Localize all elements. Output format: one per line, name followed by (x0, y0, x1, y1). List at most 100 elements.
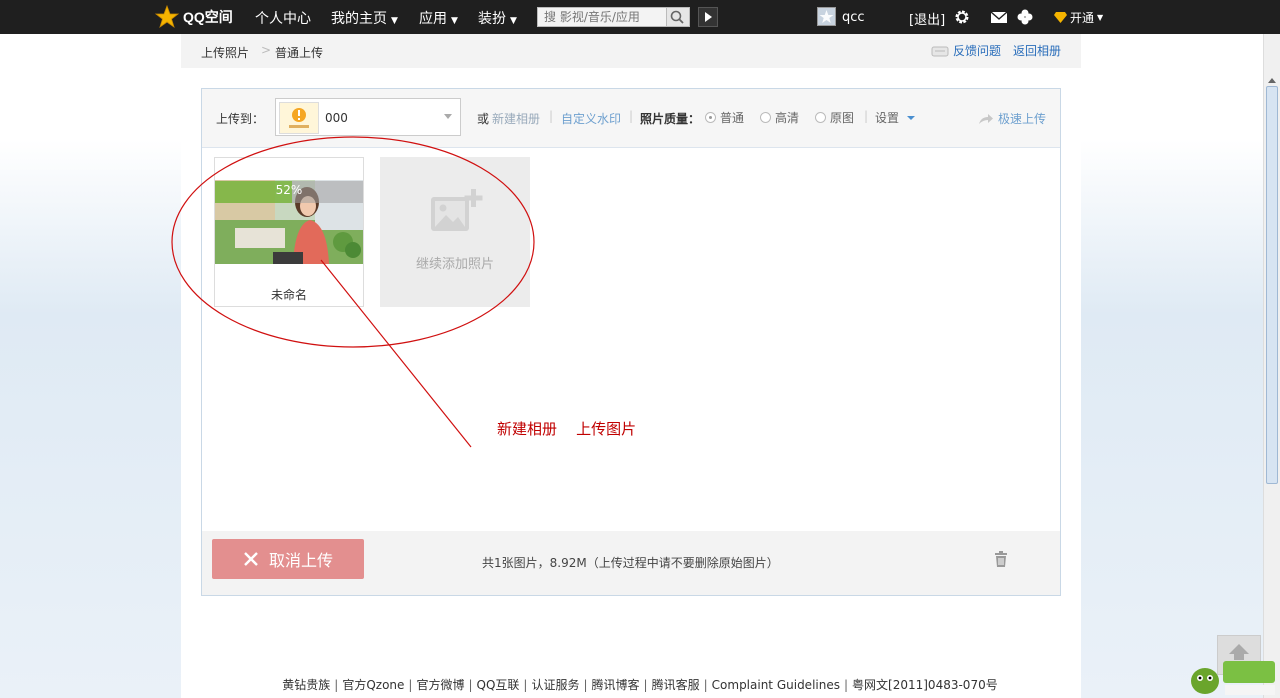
chevron-down-icon (444, 114, 452, 119)
cancel-upload-label: 取消上传 (268, 551, 333, 570)
settings-dropdown[interactable]: 设置 (875, 109, 919, 126)
new-album-link[interactable]: 新建相册 (492, 110, 540, 127)
page-footer: 黄钻贵族 | 官方Qzone | 官方微博 | QQ互联 | 认证服务 | 腾讯博客 | 腾讯客服 | Co… (0, 676, 1280, 693)
photo-card[interactable]: 52% 未命名 (214, 157, 364, 307)
quality-normal-radio[interactable]: 普通 (705, 109, 744, 126)
cancel-upload-button[interactable]: 取消上传 (212, 539, 364, 579)
nav-personal-center[interactable]: 个人中心 (255, 8, 311, 28)
custom-watermark-link[interactable]: 自定义水印 (561, 110, 621, 127)
settings-label: 设置 (875, 111, 900, 125)
footer-link[interactable]: 官方微博 (416, 678, 464, 692)
divider: | (864, 109, 869, 123)
top-links: 反馈问题 返回相册 (931, 42, 1061, 59)
quality-original-label: 原图 (830, 111, 855, 125)
search-icon (670, 10, 684, 24)
footer-separator: | (583, 678, 588, 692)
chevron-down-icon: ▼ (391, 16, 398, 26)
star-avatar-icon (819, 10, 834, 23)
quality-original-radio[interactable]: 原图 (815, 109, 854, 126)
annotation-text: 新建相册 上传图片 (497, 420, 637, 438)
quality-normal-label: 普通 (720, 111, 745, 125)
footer-link[interactable]: 官方Qzone (342, 678, 404, 692)
nav-decorate-label: 装扮 (478, 11, 506, 27)
breadcrumb-normal-upload: 普通上传 (275, 46, 324, 60)
footer-link[interactable]: 黄钻贵族 (282, 678, 330, 692)
logout-link[interactable]: [退出] (909, 9, 945, 28)
upload-toolbar: 上传到： 000 或 新建相册 | 自定义水印 | 照片质量： 普通 高清 原图… (202, 89, 1060, 148)
footer-separator: | (408, 678, 413, 692)
add-photo-icon (431, 189, 483, 231)
play-button[interactable] (698, 7, 718, 27)
add-more-photos-button[interactable]: 继续添加照片 (380, 157, 530, 307)
divider: | (549, 109, 554, 123)
kaitong-label: 开通 (1070, 11, 1095, 25)
footer-separator: | (468, 678, 473, 692)
nav-apps-label: 应用 (419, 11, 447, 27)
quality-hd-label: 高清 (775, 111, 800, 125)
upload-footer-bar: 取消上传 共1张图片，8.92M（上传过程中请不要删除原始图片） (202, 531, 1060, 595)
mail-icon[interactable] (990, 8, 1008, 26)
scroll-thumb[interactable] (1266, 86, 1278, 484)
feedback-icon (931, 46, 949, 56)
feedback-label: 反馈问题 (952, 44, 1001, 58)
footer-link[interactable]: 腾讯客服 (652, 678, 700, 692)
back-to-album-link[interactable]: 返回相册 (1013, 42, 1061, 59)
footer-separator: | (523, 678, 528, 692)
share-arrow-icon (978, 113, 993, 124)
nav-my-homepage-label: 我的主页 (331, 11, 387, 27)
avatar[interactable] (817, 7, 836, 26)
play-icon (705, 12, 712, 22)
quality-hd-radio[interactable]: 高清 (760, 109, 799, 126)
breadcrumb: 上传照片 > 普通上传 反馈问题 返回相册 (181, 34, 1081, 68)
nav-decorate[interactable]: 装扮 ▼ (478, 8, 517, 28)
chevron-down-icon (907, 115, 916, 120)
breadcrumb-separator: > (261, 43, 272, 57)
chevron-down-icon: ▼ (451, 16, 458, 26)
search-button[interactable] (666, 8, 689, 26)
divider: | (629, 109, 634, 123)
kaitong-menu[interactable]: 开通 ▼ (1054, 9, 1103, 26)
radio-icon (760, 112, 771, 123)
clover-icon[interactable] (1016, 8, 1034, 26)
search-input[interactable] (538, 8, 669, 26)
footer-link[interactable]: Complaint Guidelines (712, 678, 840, 692)
scroll-up-icon[interactable] (1268, 78, 1276, 83)
fast-upload-label: 极速上传 (997, 112, 1046, 126)
upload-summary: 共1张图片，8.92M（上传过程中请不要删除原始图片） (482, 556, 779, 570)
radio-selected-icon (705, 112, 716, 123)
radio-icon (815, 112, 826, 123)
search-box (537, 7, 690, 27)
footer-separator: | (843, 678, 849, 692)
breadcrumb-upload-photos[interactable]: 上传照片 (201, 44, 249, 61)
footer-link[interactable]: 腾讯博客 (592, 678, 640, 692)
main-page: 上传照片 > 普通上传 反馈问题 返回相册 上传到： 000 或 新建相册 | … (181, 34, 1081, 698)
qzone-logo[interactable]: QQ空间 (155, 4, 233, 30)
trash-icon[interactable] (994, 551, 1008, 567)
add-more-label: 继续添加照片 (415, 257, 494, 272)
nav-apps[interactable]: 应用 ▼ (419, 8, 458, 28)
star-logo-icon (155, 5, 179, 29)
photo-name[interactable]: 未命名 (215, 286, 363, 303)
footer-link[interactable]: 粤网文[2011]0483-070号 (852, 678, 998, 692)
footer-link[interactable]: QQ互联 (477, 678, 520, 692)
close-icon (244, 552, 258, 566)
footer-link[interactable]: 认证服务 (531, 678, 579, 692)
site-watermark-logo (1191, 661, 1275, 695)
upload-to-label: 上传到： (216, 112, 265, 126)
album-select[interactable]: 000 (275, 98, 461, 136)
footer-separator: | (643, 678, 648, 692)
photo-quality-label: 照片质量： (640, 112, 701, 126)
footer-separator: | (334, 678, 339, 692)
diamond-icon (1054, 12, 1067, 23)
top-nav-bar: QQ空间 个人中心 我的主页 ▼ 应用 ▼ 装扮 ▼ qcc [退出] (0, 0, 1280, 34)
vertical-scrollbar[interactable] (1263, 34, 1280, 698)
gear-icon[interactable] (953, 8, 971, 26)
nav-my-homepage[interactable]: 我的主页 ▼ (331, 8, 398, 28)
or-label: 或 (477, 112, 490, 126)
username[interactable]: qcc (842, 10, 865, 25)
footer-separator: | (703, 678, 708, 692)
album-name: 000 (325, 111, 348, 125)
fast-upload-link[interactable]: 极速上传 (978, 110, 1046, 127)
feedback-link[interactable]: 反馈问题 (931, 42, 1001, 59)
nav-personal-center-label: 个人中心 (255, 11, 311, 27)
